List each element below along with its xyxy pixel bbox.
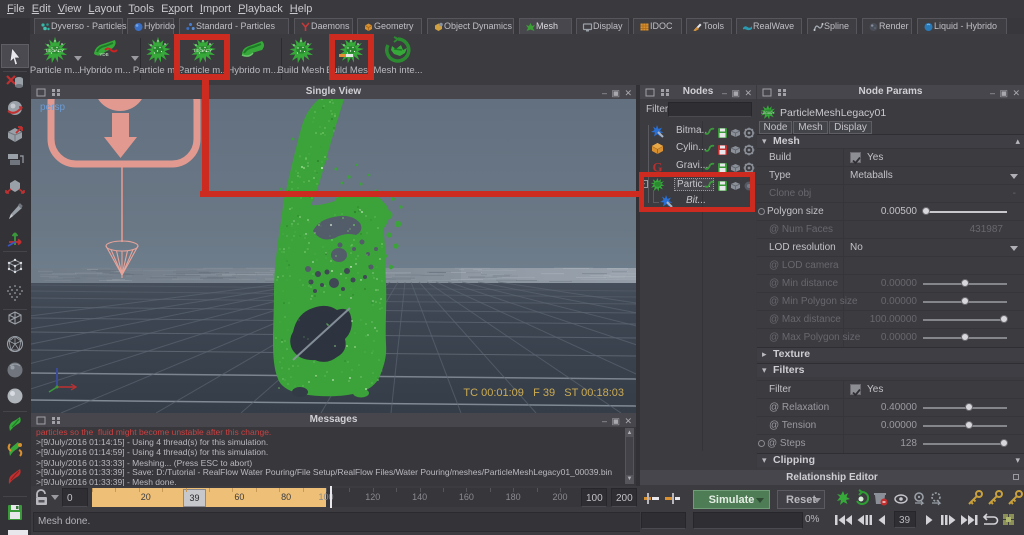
svg-text:TC 00:01:09 F 39 ST 00:18:: TC 00:01:09 F 39 ST 00:18:03 bbox=[463, 387, 624, 399]
svg-text:persp: persp bbox=[40, 102, 65, 113]
svg-text:YDB: YDB bbox=[99, 52, 108, 57]
svg-text:LEGACY: LEGACY bbox=[46, 48, 64, 53]
svg-text:LEGACY: LEGACY bbox=[762, 111, 776, 115]
